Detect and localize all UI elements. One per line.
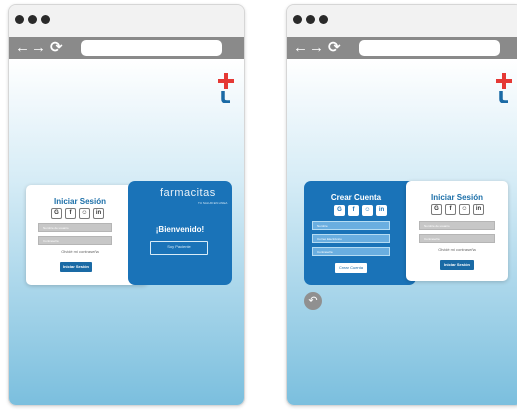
login-card: Iniciar Sesión G f ☺ in Nombre de usuari… [406,181,508,281]
reload-icon[interactable]: ⟳ [328,39,341,57]
password-input[interactable]: Contraseña [312,247,390,256]
github-icon[interactable]: ☺ [79,208,90,219]
logo-icon [218,73,234,103]
page-viewport: Iniciar Sesión G f ☺ in Nombre de usuari… [9,59,244,405]
window-dot-icon[interactable] [28,15,37,24]
forgot-password-link[interactable]: Olvidé mi contraseña [406,247,508,252]
social-buttons: G f ☺ in [51,208,104,219]
window-controls [15,15,50,24]
nav-bar: ← → ⟳ [287,37,517,59]
linkedin-icon[interactable]: in [376,205,387,216]
back-arrow-icon[interactable]: ← [15,39,30,57]
login-title: Iniciar Sesión [430,193,484,202]
reload-icon[interactable]: ⟳ [50,39,63,57]
social-buttons: G f ☺ in [334,205,387,216]
window-dot-icon[interactable] [15,15,24,24]
forward-arrow-icon[interactable]: → [31,39,46,57]
title-bar [287,5,517,37]
facebook-icon[interactable]: f [65,208,76,219]
username-input[interactable]: Nombre de usuario [38,223,112,232]
browser-window-left: ← → ⟳ Iniciar Sesión G f ☺ in Nombre de … [8,4,245,406]
welcome-heading: ¡Bienvenido! [155,225,205,234]
google-icon[interactable]: G [431,204,442,215]
window-dot-icon[interactable] [319,15,328,24]
create-account-button[interactable]: Crear Cuenta [335,263,367,273]
linkedin-icon[interactable]: in [93,208,104,219]
github-icon[interactable]: ☺ [459,204,470,215]
facebook-icon[interactable]: f [348,205,359,216]
password-input[interactable]: Contraseña [419,234,495,243]
linkedin-icon[interactable]: in [473,204,484,215]
url-bar[interactable] [81,40,222,56]
title-bar [9,5,244,37]
back-arrow-icon[interactable]: ← [293,39,308,57]
signup-title: Crear Cuenta [330,193,382,202]
undo-button[interactable]: ↶ [304,292,322,310]
window-controls [293,15,328,24]
nav-bar: ← → ⟳ [9,37,244,59]
window-dot-icon[interactable] [293,15,302,24]
brand-tagline: TU SALUD EN LINEA [198,201,228,205]
window-dot-icon[interactable] [41,15,50,24]
google-icon[interactable]: G [51,208,62,219]
login-button[interactable]: Iniciar Sesión [60,262,92,272]
url-bar[interactable] [359,40,500,56]
patient-button[interactable]: Soy Paciente [150,241,208,255]
password-input[interactable]: Contraseña [38,236,112,245]
email-input[interactable]: Correo Electrónico [312,234,390,243]
window-dot-icon[interactable] [306,15,315,24]
login-button[interactable]: Iniciar Sesión [440,260,474,270]
logo-icon [496,73,512,103]
welcome-panel: farmacitas TU SALUD EN LINEA ¡Bienvenido… [128,181,232,285]
name-input[interactable]: Nombre [312,221,390,230]
signup-panel: Crear Cuenta G f ☺ in Nombre Correo Elec… [304,181,416,285]
forward-arrow-icon[interactable]: → [309,39,324,57]
facebook-icon[interactable]: f [445,204,456,215]
page-viewport: Crear Cuenta G f ☺ in Nombre Correo Elec… [287,59,517,405]
social-buttons: G f ☺ in [431,204,484,215]
browser-window-right: ← → ⟳ Crear Cuenta G f ☺ in Nombre Corre… [286,4,517,406]
google-icon[interactable]: G [334,205,345,216]
username-input[interactable]: Nombre de usuario [419,221,495,230]
brand-name: farmacitas [160,187,216,199]
github-icon[interactable]: ☺ [362,205,373,216]
